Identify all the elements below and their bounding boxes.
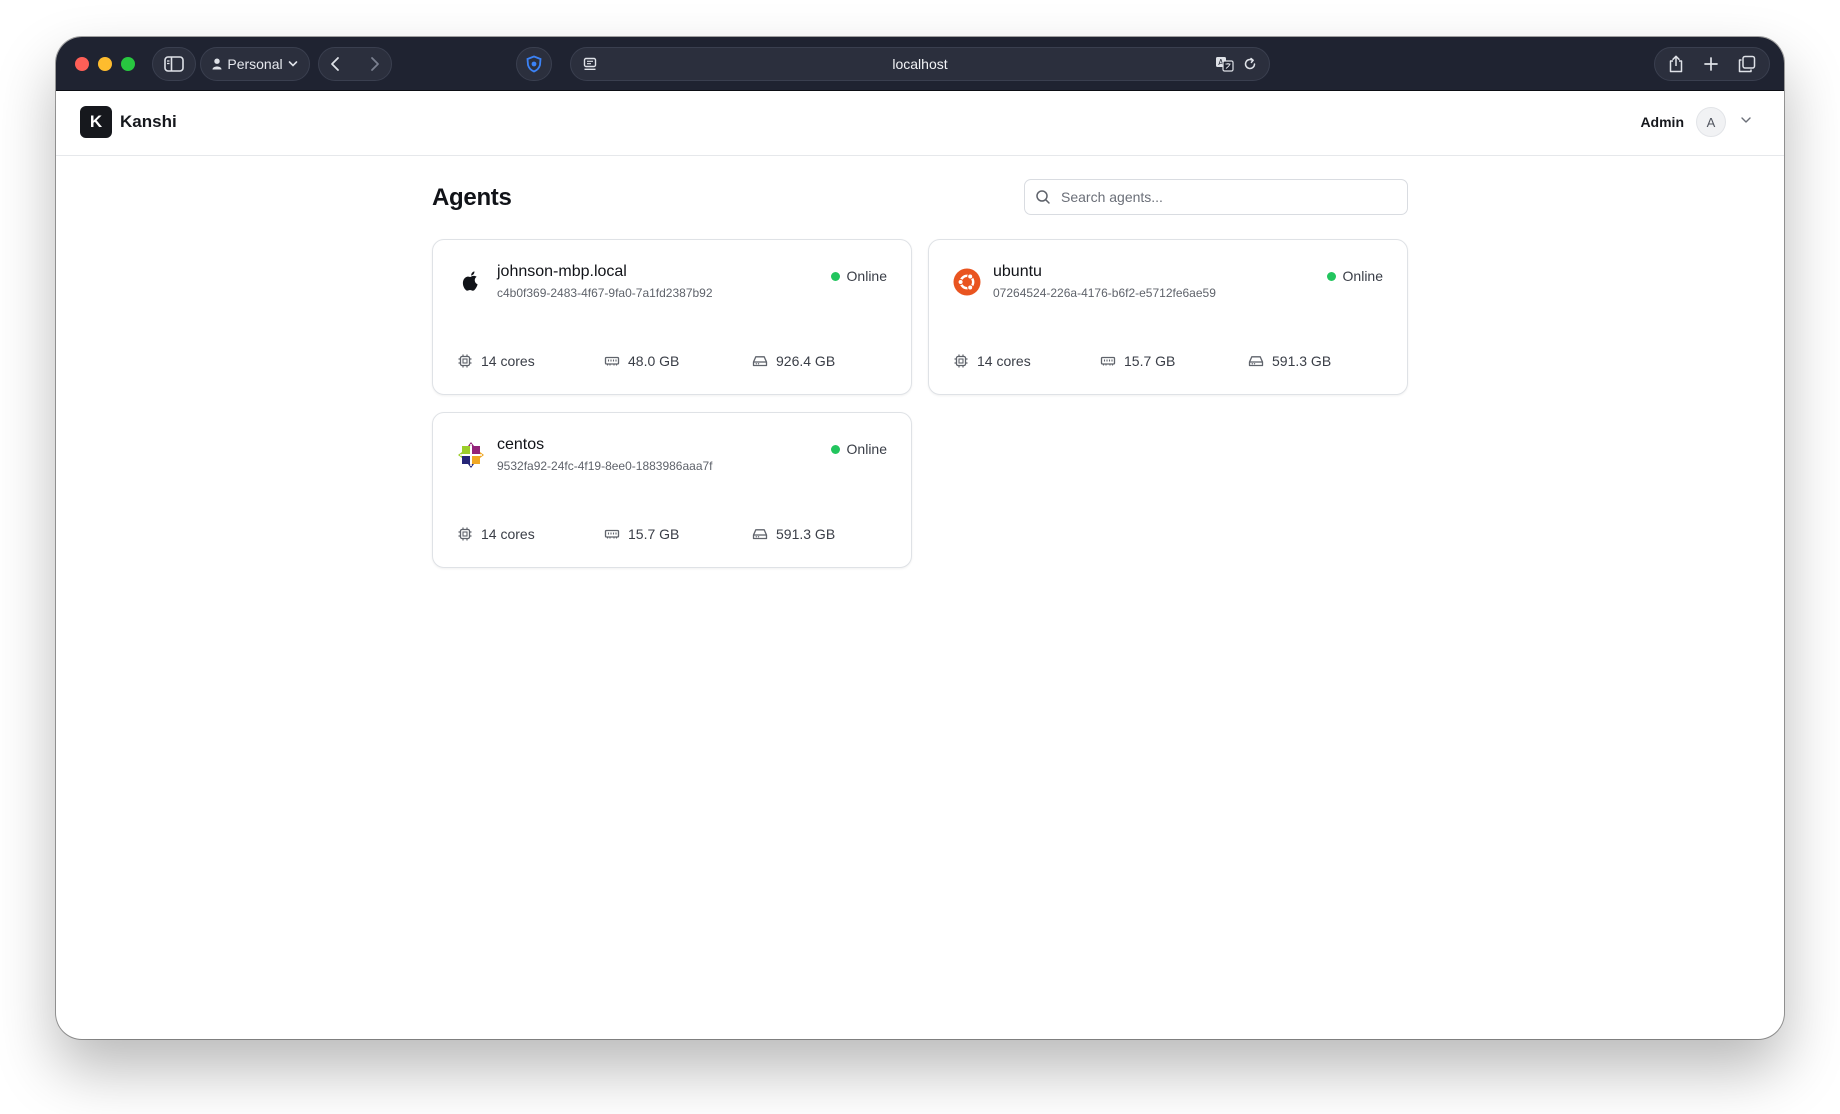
status-text: Online xyxy=(1342,268,1383,284)
avatar[interactable]: A xyxy=(1696,107,1726,137)
disk-size: 591.3 GB xyxy=(1272,353,1332,369)
centos-icon xyxy=(458,442,484,468)
agent-name: centos xyxy=(497,436,545,453)
memory-spec: 15.7 GB xyxy=(604,526,679,542)
agent-id: 07264524-226a-4176-b6f2-e5712fe6ae59 xyxy=(993,286,1216,300)
agent-card[interactable]: johnson-mbp.local c4b0f369-2483-4f67-9fa… xyxy=(432,239,912,395)
status-dot xyxy=(1326,271,1336,281)
memory-icon xyxy=(1100,356,1116,366)
cpu-spec: 14 cores xyxy=(457,353,535,369)
reload-icon[interactable] xyxy=(1243,57,1257,71)
hard-drive-icon xyxy=(752,529,768,540)
chevron-down-icon xyxy=(288,61,297,67)
app-header: K Kanshi Admin A xyxy=(56,91,1784,156)
memory-spec: 48.0 GB xyxy=(604,353,679,369)
share-icon[interactable] xyxy=(1668,55,1684,73)
agent-card[interactable]: centos 9532fa92-24fc-4f19-8ee0-1883986aa… xyxy=(432,412,912,568)
ubuntu-icon xyxy=(953,268,981,296)
agent-specs: 14 cores 48.0 GB 926.4 GB xyxy=(457,353,897,373)
search-icon xyxy=(1036,190,1050,204)
status-text: Online xyxy=(846,268,887,284)
agent-specs: 14 cores 15.7 GB 591.3 GB xyxy=(457,526,897,546)
back-icon[interactable] xyxy=(329,56,341,72)
cpu-spec: 14 cores xyxy=(953,353,1031,369)
agent-card[interactable]: ubuntu 07264524-226a-4176-b6f2-e5712fe6a… xyxy=(928,239,1408,395)
memory-size: 15.7 GB xyxy=(628,526,680,542)
minimize-window-button[interactable] xyxy=(98,57,112,71)
status-text: Online xyxy=(846,441,887,457)
page-title: Agents xyxy=(432,184,512,211)
cpu-spec: 14 cores xyxy=(457,526,535,542)
new-tab-icon[interactable] xyxy=(1703,56,1719,72)
search-input[interactable] xyxy=(1059,188,1383,206)
user-name[interactable]: Admin xyxy=(1640,114,1684,130)
apple-icon xyxy=(462,271,478,291)
agent-id: c4b0f369-2483-4f67-9fa0-7a1fd2387b92 xyxy=(497,286,713,300)
chevron-down-icon[interactable] xyxy=(1740,116,1752,124)
status-badge: Online xyxy=(1326,268,1383,284)
close-window-button[interactable] xyxy=(75,57,89,71)
person-icon xyxy=(212,58,222,70)
forward-icon[interactable] xyxy=(369,56,381,72)
disk-size: 926.4 GB xyxy=(776,353,836,369)
cpu-cores: 14 cores xyxy=(977,353,1031,369)
disk-spec: 591.3 GB xyxy=(752,526,835,542)
history-navigation xyxy=(318,47,392,81)
profile-label: Personal xyxy=(227,56,283,72)
url-text: localhost xyxy=(892,56,948,72)
status-badge: Online xyxy=(830,441,887,457)
status-dot xyxy=(830,444,840,454)
disk-spec: 926.4 GB xyxy=(752,353,835,369)
hard-drive-icon xyxy=(1248,356,1264,367)
disk-spec: 591.3 GB xyxy=(1248,353,1331,369)
cpu-cores: 14 cores xyxy=(481,526,535,542)
hard-drive-icon xyxy=(752,356,768,367)
browser-window: Personal localhost A K Kanshi Admin A Ag… xyxy=(56,37,1784,1039)
memory-icon xyxy=(604,529,620,539)
disk-size: 591.3 GB xyxy=(776,526,836,542)
agent-specs: 14 cores 15.7 GB 591.3 GB xyxy=(953,353,1393,373)
status-dot xyxy=(830,271,840,281)
memory-size: 15.7 GB xyxy=(1124,353,1176,369)
brand-name[interactable]: Kanshi xyxy=(120,112,177,132)
brand-logo[interactable]: K xyxy=(80,106,112,138)
agent-id: 9532fa92-24fc-4f19-8ee0-1883986aaa7f xyxy=(497,459,713,473)
cpu-icon xyxy=(954,354,968,368)
shield-icon xyxy=(526,55,542,73)
cpu-icon xyxy=(458,527,472,541)
translate-icon[interactable]: A xyxy=(1215,56,1235,72)
agent-name: ubuntu xyxy=(993,263,1042,280)
privacy-extension-button[interactable] xyxy=(516,47,552,81)
memory-spec: 15.7 GB xyxy=(1100,353,1175,369)
address-bar[interactable]: localhost A xyxy=(570,47,1270,81)
cpu-cores: 14 cores xyxy=(481,353,535,369)
cpu-icon xyxy=(458,354,472,368)
sidebar-icon xyxy=(164,56,184,72)
reader-view-icon[interactable] xyxy=(583,57,597,71)
agent-name: johnson-mbp.local xyxy=(497,263,627,280)
toolbar-actions xyxy=(1654,47,1770,81)
status-badge: Online xyxy=(830,268,887,284)
search-box[interactable] xyxy=(1024,179,1408,215)
browser-toolbar: Personal localhost A xyxy=(56,37,1784,91)
memory-icon xyxy=(604,356,620,366)
profile-menu-button[interactable]: Personal xyxy=(200,47,310,81)
tab-overview-icon[interactable] xyxy=(1738,55,1756,73)
zoom-window-button[interactable] xyxy=(121,57,135,71)
sidebar-toggle-button[interactable] xyxy=(152,47,196,81)
memory-size: 48.0 GB xyxy=(628,353,680,369)
